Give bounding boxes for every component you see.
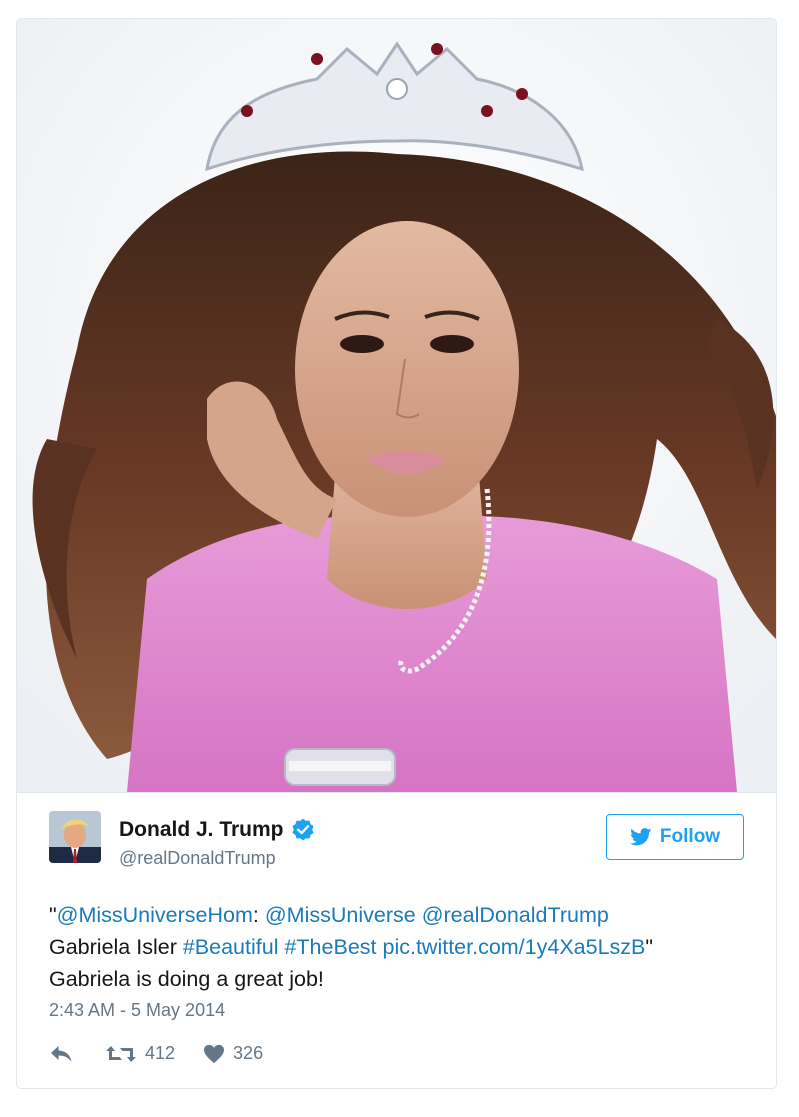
tweet-text-line-3: Gabriela is doing a great job! bbox=[49, 967, 324, 991]
tweet-text-line-1: "@MissUniverseHom: @MissUniverse @realDo… bbox=[49, 899, 749, 931]
text-fragment: " bbox=[49, 903, 57, 927]
retweet-count: 412 bbox=[145, 1043, 176, 1063]
tweet-card: Donald J. Trump @realDonaldTrump Follow … bbox=[16, 18, 777, 1089]
tweet-text-line-2: Gabriela Isler #Beautiful #TheBest pic.t… bbox=[49, 931, 749, 963]
tweet-actions: 412 326 bbox=[49, 1043, 263, 1064]
text-fragment: Gabriela Isler bbox=[49, 935, 183, 959]
like-count: 326 bbox=[233, 1043, 264, 1063]
like-button[interactable]: 326 bbox=[203, 1043, 263, 1064]
media-link[interactable]: pic.twitter.com/1y4Xa5LszB bbox=[382, 935, 645, 959]
tweet-timestamp[interactable]: 2:43 AM - 5 May 2014 bbox=[49, 1000, 225, 1021]
reply-button[interactable] bbox=[49, 1044, 73, 1064]
tweet-photo[interactable] bbox=[17, 19, 776, 792]
verified-badge-icon bbox=[291, 818, 314, 841]
heart-icon bbox=[204, 1044, 225, 1063]
hashtag-link[interactable]: #TheBest bbox=[284, 935, 376, 959]
retweet-icon bbox=[106, 1045, 136, 1062]
mention-link[interactable]: @realDonaldTrump bbox=[422, 903, 609, 927]
text-fragment: : bbox=[252, 903, 265, 927]
mention-link[interactable]: @MissUniverse bbox=[265, 903, 416, 927]
follow-button[interactable]: Follow bbox=[606, 814, 744, 860]
hashtag-link[interactable]: #Beautiful bbox=[183, 935, 279, 959]
author-handle[interactable]: @realDonaldTrump bbox=[119, 848, 276, 869]
text-fragment: " bbox=[645, 935, 654, 959]
mention-link[interactable]: @MissUniverseHom bbox=[57, 903, 253, 927]
reply-icon bbox=[51, 1045, 72, 1062]
divider bbox=[17, 792, 776, 793]
portrait-image bbox=[17, 19, 776, 792]
twitter-bird-icon bbox=[629, 828, 652, 846]
follow-label: Follow bbox=[659, 826, 721, 847]
avatar-image bbox=[49, 811, 101, 863]
author-name[interactable]: Donald J. Trump bbox=[119, 818, 284, 842]
author-name-row: Donald J. Trump bbox=[119, 817, 316, 843]
tweet-text: "@MissUniverseHom: @MissUniverse @realDo… bbox=[49, 899, 749, 995]
author-avatar[interactable] bbox=[49, 811, 101, 863]
retweet-button[interactable]: 412 bbox=[105, 1043, 175, 1064]
